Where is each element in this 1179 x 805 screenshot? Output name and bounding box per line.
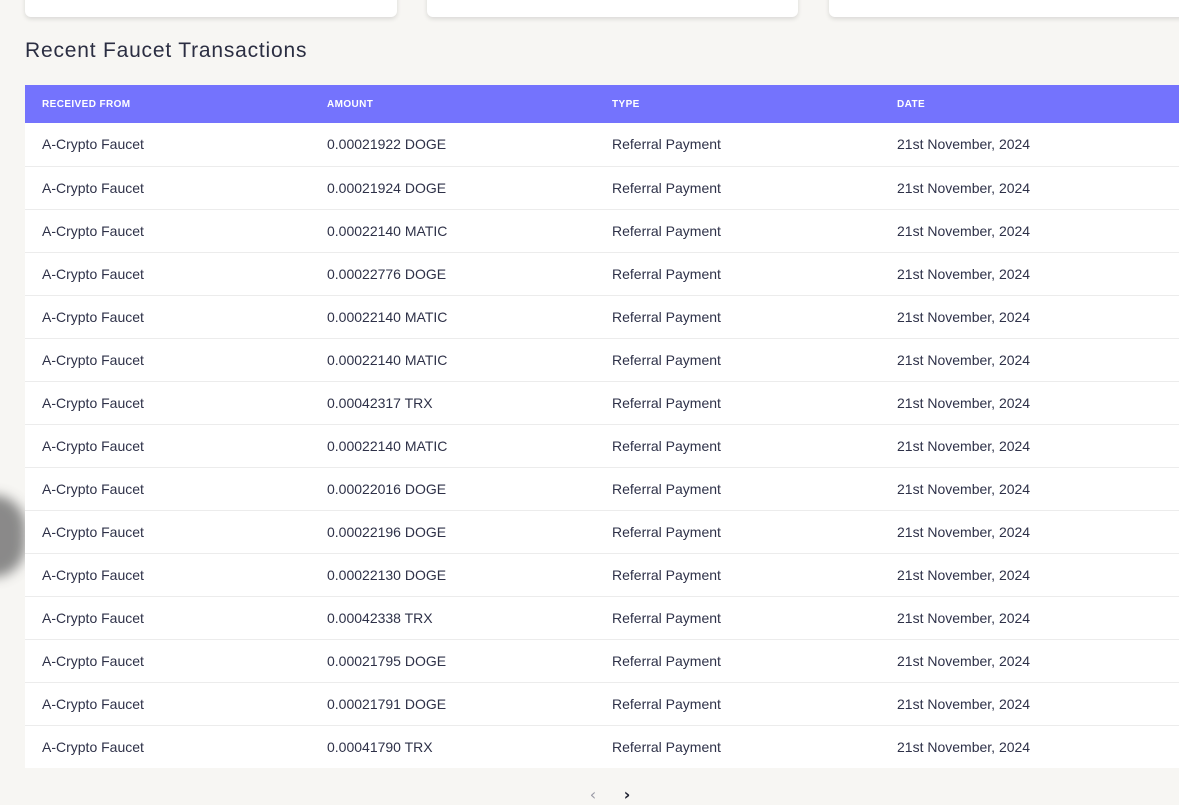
cell-date: 21st November, 2024 <box>897 437 1031 454</box>
cell-type: Referral Payment <box>612 652 721 669</box>
cell-received-from: A-Crypto Faucet <box>42 738 144 755</box>
table-row: A-Crypto Faucet 0.00022776 DOGE Referral P… <box>25 252 1179 295</box>
cell-amount: 0.00022140 MATIC <box>327 308 448 325</box>
cell-type: Referral Payment <box>612 265 721 282</box>
table-row: A-Crypto Faucet 0.00042338 TRX Referral Pa… <box>25 596 1179 639</box>
cell-received-from: A-Crypto Faucet <box>42 523 144 540</box>
cell-received-from: A-Crypto Faucet <box>42 308 144 325</box>
cell-received-from: A-Crypto Faucet <box>42 566 144 583</box>
cell-type: Referral Payment <box>612 222 721 239</box>
cell-received-from: A-Crypto Faucet <box>42 652 144 669</box>
cell-amount: 0.00022140 MATIC <box>327 351 448 368</box>
background-blur-shape <box>0 495 26 577</box>
cell-amount: 0.00021922 DOGE <box>327 136 447 153</box>
cell-amount: 0.00041790 TRX <box>327 738 433 755</box>
cell-received-from: A-Crypto Faucet <box>42 265 144 282</box>
cell-type: Referral Payment <box>612 609 721 626</box>
chevron-left-icon[interactable]: ‹ <box>585 786 601 804</box>
cell-received-from: A-Crypto Faucet <box>42 351 144 368</box>
cell-date: 21st November, 2024 <box>897 695 1031 712</box>
cell-date: 21st November, 2024 <box>897 265 1031 282</box>
cell-received-from: A-Crypto Faucet <box>42 695 144 712</box>
table-row: A-Crypto Faucet 0.00021922 DOGE Referral P… <box>25 123 1179 166</box>
table-row: A-Crypto Faucet 0.00021791 DOGE Referral P… <box>25 682 1179 725</box>
table-row: A-Crypto Faucet 0.00022130 DOGE Referral P… <box>25 553 1179 596</box>
summary-card-3 <box>829 0 1179 17</box>
cell-date: 21st November, 2024 <box>897 523 1031 540</box>
cell-amount: 0.00042338 TRX <box>327 609 433 626</box>
cell-amount: 0.00021791 DOGE <box>327 695 447 712</box>
cell-date: 21st November, 2024 <box>897 609 1031 626</box>
cell-received-from: A-Crypto Faucet <box>42 136 144 153</box>
cell-date: 21st November, 2024 <box>897 351 1031 368</box>
table-row: A-Crypto Faucet 0.00042317 TRX Referral Pa… <box>25 381 1179 424</box>
page: Recent Faucet Transactions RECEIVED FROM… <box>0 0 1179 805</box>
cell-date: 21st November, 2024 <box>897 480 1031 497</box>
cell-received-from: A-Crypto Faucet <box>42 394 144 411</box>
chevron-right-icon[interactable]: › <box>619 786 635 804</box>
cell-type: Referral Payment <box>612 351 721 368</box>
cell-received-from: A-Crypto Faucet <box>42 609 144 626</box>
cell-type: Referral Payment <box>612 437 721 454</box>
cell-type: Referral Payment <box>612 480 721 497</box>
cell-date: 21st November, 2024 <box>897 308 1031 325</box>
section-title: Recent Faucet Transactions <box>25 39 308 62</box>
cell-date: 21st November, 2024 <box>897 652 1031 669</box>
cell-received-from: A-Crypto Faucet <box>42 222 144 239</box>
cell-amount: 0.00022140 MATIC <box>327 437 448 454</box>
pagination: ‹ › <box>585 786 635 804</box>
column-header-amount: AMOUNT <box>327 98 374 110</box>
cell-type: Referral Payment <box>612 695 721 712</box>
cell-amount: 0.00022016 DOGE <box>327 480 447 497</box>
table-row: A-Crypto Faucet 0.00022140 MATIC Referral … <box>25 295 1179 338</box>
table-row: A-Crypto Faucet 0.00022016 DOGE Referral P… <box>25 467 1179 510</box>
table-row: A-Crypto Faucet 0.00022140 MATIC Referral … <box>25 209 1179 252</box>
cell-date: 21st November, 2024 <box>897 738 1031 755</box>
cell-type: Referral Payment <box>612 179 721 196</box>
table-row: A-Crypto Faucet 0.00022140 MATIC Referral … <box>25 424 1179 467</box>
cell-type: Referral Payment <box>612 394 721 411</box>
table-row: A-Crypto Faucet 0.00021795 DOGE Referral P… <box>25 639 1179 682</box>
cell-amount: 0.00022196 DOGE <box>327 523 447 540</box>
cell-type: Referral Payment <box>612 523 721 540</box>
table-row: A-Crypto Faucet 0.00022140 MATIC Referral … <box>25 338 1179 381</box>
table-body: A-Crypto Faucet 0.00021922 DOGE Referral P… <box>25 123 1179 768</box>
transactions-table: RECEIVED FROM AMOUNT TYPE DATE A-Crypto … <box>25 85 1179 768</box>
summary-card-1 <box>25 0 397 17</box>
table-row: A-Crypto Faucet 0.00041790 TRX Referral Pa… <box>25 725 1179 768</box>
cell-received-from: A-Crypto Faucet <box>42 437 144 454</box>
cell-type: Referral Payment <box>612 738 721 755</box>
cell-date: 21st November, 2024 <box>897 394 1031 411</box>
cell-date: 21st November, 2024 <box>897 179 1031 196</box>
cell-amount: 0.00022140 MATIC <box>327 222 448 239</box>
cell-type: Referral Payment <box>612 308 721 325</box>
column-header-date: DATE <box>897 98 926 110</box>
cell-date: 21st November, 2024 <box>897 222 1031 239</box>
cell-date: 21st November, 2024 <box>897 136 1031 153</box>
cell-amount: 0.00022130 DOGE <box>327 566 447 583</box>
cell-type: Referral Payment <box>612 566 721 583</box>
cell-received-from: A-Crypto Faucet <box>42 480 144 497</box>
cell-type: Referral Payment <box>612 136 721 153</box>
column-header-received-from: RECEIVED FROM <box>42 98 131 110</box>
column-header-type: TYPE <box>612 98 640 110</box>
table-header-row: RECEIVED FROM AMOUNT TYPE DATE <box>25 85 1179 123</box>
cell-amount: 0.00022776 DOGE <box>327 265 447 282</box>
cell-amount: 0.00021924 DOGE <box>327 179 447 196</box>
cell-amount: 0.00021795 DOGE <box>327 652 447 669</box>
cell-received-from: A-Crypto Faucet <box>42 179 144 196</box>
cell-amount: 0.00042317 TRX <box>327 394 433 411</box>
cell-date: 21st November, 2024 <box>897 566 1031 583</box>
table-row: A-Crypto Faucet 0.00021924 DOGE Referral P… <box>25 166 1179 209</box>
table-row: A-Crypto Faucet 0.00022196 DOGE Referral P… <box>25 510 1179 553</box>
summary-card-2 <box>427 0 798 17</box>
